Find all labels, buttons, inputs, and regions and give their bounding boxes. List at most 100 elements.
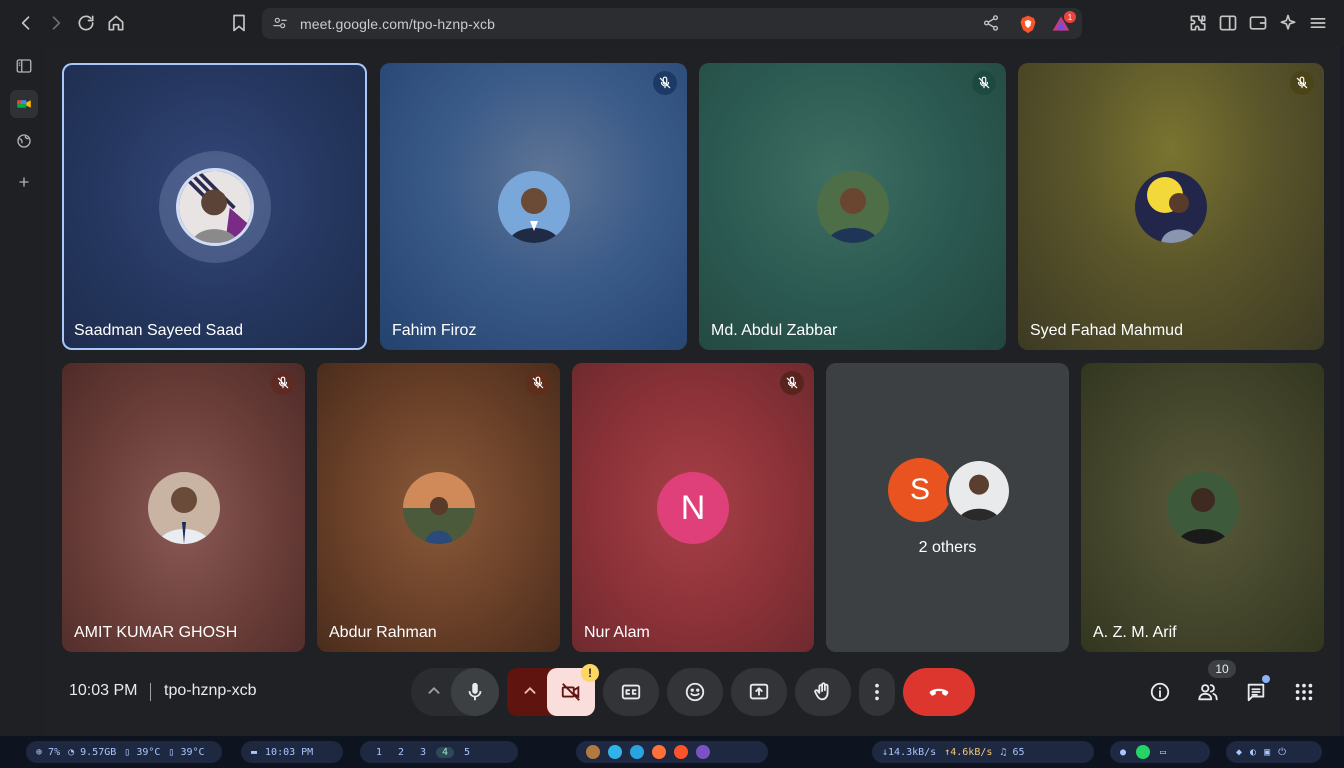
- add-panel-icon[interactable]: [10, 168, 38, 196]
- temperature-2: ▯ 39°C: [168, 746, 205, 758]
- participant-tile[interactable]: A. Z. M. Arif: [1081, 363, 1324, 652]
- sidebar-toggle-icon[interactable]: [1216, 11, 1240, 35]
- participant-name: Syed Fahad Mahmud: [1030, 322, 1183, 339]
- muted-mic-icon: [271, 371, 295, 395]
- chat-unread-dot: [1262, 675, 1270, 683]
- avatar: [946, 458, 1012, 524]
- sidebar-panel-icon[interactable]: [10, 52, 38, 80]
- participant-name: Fahim Firoz: [392, 322, 477, 339]
- people-button[interactable]: [1194, 678, 1222, 706]
- brave-rewards-icon[interactable]: 1: [1050, 11, 1076, 34]
- power-icon[interactable]: ⏻: [1278, 747, 1286, 758]
- participant-name: AMIT KUMAR GHOSH: [74, 624, 238, 641]
- google-meet-icon[interactable]: [10, 90, 38, 118]
- muted-mic-icon: [780, 371, 804, 395]
- temperature-1: ▯ 39°C: [124, 746, 161, 758]
- wallpaper-icon[interactable]: ▣: [1264, 747, 1270, 758]
- wallet-icon[interactable]: [1246, 11, 1270, 35]
- muted-mic-icon: [526, 371, 550, 395]
- meeting-code: tpo-hznp-xcb: [164, 682, 257, 699]
- site-settings-icon[interactable]: [272, 15, 290, 33]
- share-icon[interactable]: [982, 14, 1002, 34]
- bookmark-icon[interactable]: [227, 11, 251, 35]
- forward-icon[interactable]: [44, 11, 68, 35]
- participant-tile[interactable]: Md. Abdul Zabbar: [699, 63, 1006, 350]
- memory-usage: ◔ 9.57GB: [68, 746, 117, 758]
- workspace-5[interactable]: 5: [458, 747, 476, 758]
- muted-mic-icon: [1290, 71, 1314, 95]
- workspace-switcher: 1 2 3 4 5: [360, 741, 518, 763]
- camera-control-group: !: [507, 664, 599, 716]
- mic-button[interactable]: [451, 668, 499, 716]
- chat-icon: [1247, 683, 1265, 702]
- theme-icon[interactable]: ◐: [1250, 747, 1256, 758]
- workspace-1[interactable]: 1: [370, 747, 388, 758]
- address-bar[interactable]: meet.google.com/tpo-hznp-xcb 1: [262, 8, 1082, 39]
- avatar: [817, 171, 889, 243]
- browser-toolbar: meet.google.com/tpo-hznp-xcb 1: [0, 0, 1344, 46]
- captions-button[interactable]: [603, 668, 659, 716]
- url-text[interactable]: meet.google.com/tpo-hznp-xcb: [300, 16, 495, 32]
- present-button[interactable]: [731, 668, 787, 716]
- app-icon-purple[interactable]: [696, 745, 710, 759]
- extensions-icon[interactable]: [1186, 11, 1210, 35]
- meeting-details-button[interactable]: [1146, 678, 1174, 706]
- reactions-button[interactable]: [667, 668, 723, 716]
- info-icon: [1150, 682, 1170, 702]
- participant-tile[interactable]: Saadman Sayeed Saad: [62, 63, 367, 350]
- participant-name: Nur Alam: [584, 624, 650, 641]
- microphone-icon[interactable]: ●: [1120, 747, 1126, 758]
- home-icon[interactable]: [104, 11, 128, 35]
- leo-ai-icon[interactable]: [1276, 11, 1300, 35]
- workspace-4[interactable]: 4: [436, 746, 454, 758]
- participant-tile[interactable]: Abdur Rahman: [317, 363, 560, 652]
- participant-tile[interactable]: N Nur Alam: [572, 363, 814, 652]
- avatar: [148, 472, 220, 544]
- taskbar-clock: 10:03 PM: [265, 746, 314, 758]
- others-tile[interactable]: S 2 others: [826, 363, 1069, 652]
- menu-icon[interactable]: [1306, 11, 1330, 35]
- avatar: [1167, 472, 1239, 544]
- system-taskbar: ⊕ 7% ◔ 9.57GB ▯ 39°C ▯ 39°C ▬ 10:03 PM 1…: [0, 736, 1344, 768]
- workspace-3[interactable]: 3: [414, 747, 432, 758]
- app-icon[interactable]: [586, 745, 600, 759]
- brave-shields-icon[interactable]: [1018, 13, 1038, 35]
- leave-call-button[interactable]: [903, 668, 975, 716]
- ghost-icon[interactable]: ◆: [1236, 747, 1242, 758]
- camera-off-icon: [561, 683, 580, 701]
- firefox-icon[interactable]: [652, 745, 666, 759]
- mic-icon: [468, 682, 482, 701]
- avatar: N: [657, 472, 729, 544]
- whatsapp-icon[interactable]: [1136, 745, 1151, 759]
- upload-speed: ↑4.6kB/s: [944, 746, 993, 758]
- participant-tile[interactable]: Fahim Firoz: [380, 63, 687, 350]
- present-screen-icon: [749, 683, 769, 700]
- mic-control-group: [411, 668, 499, 716]
- clock-widget[interactable]: ▬ 10:03 PM: [241, 741, 343, 763]
- app-tray: [576, 741, 768, 763]
- browser-sidebar: [0, 46, 46, 736]
- participant-tile[interactable]: Syed Fahad Mahmud: [1018, 63, 1324, 350]
- muted-mic-icon: [653, 71, 677, 95]
- mic-options-chevron-icon[interactable]: [423, 680, 447, 704]
- globe-icon[interactable]: [10, 127, 38, 155]
- avatar: [498, 171, 570, 243]
- back-icon[interactable]: [14, 11, 38, 35]
- muted-mic-icon: [972, 71, 996, 95]
- apps-grid-icon: [1295, 683, 1313, 701]
- volume-level[interactable]: ♫ 65: [1000, 747, 1024, 758]
- avatar: [176, 168, 254, 246]
- brave-icon[interactable]: [674, 745, 688, 759]
- workspace-2[interactable]: 2: [392, 747, 410, 758]
- screen-icon[interactable]: ▭: [1160, 747, 1166, 758]
- more-options-button[interactable]: [859, 668, 895, 716]
- flutter-icon[interactable]: [608, 745, 622, 759]
- activities-button[interactable]: [1290, 678, 1318, 706]
- participant-tile[interactable]: AMIT KUMAR GHOSH: [62, 363, 305, 652]
- power-menu: ◆ ◐ ▣ ⏻: [1226, 741, 1322, 763]
- telegram-icon[interactable]: [630, 745, 644, 759]
- camera-options-chevron-icon[interactable]: [519, 680, 543, 704]
- avatar: S: [888, 458, 952, 522]
- raise-hand-button[interactable]: [795, 668, 851, 716]
- reload-icon[interactable]: [74, 11, 98, 35]
